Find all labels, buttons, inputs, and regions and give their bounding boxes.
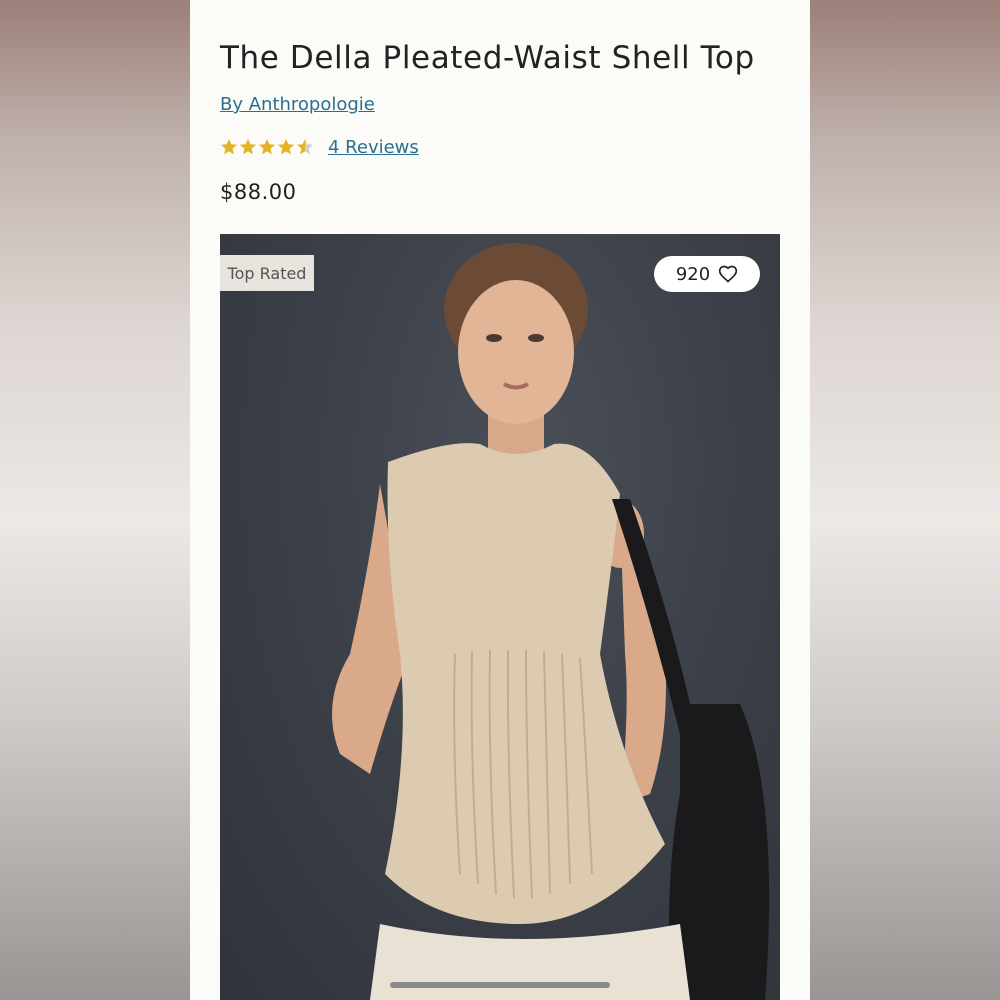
top-rated-badge: Top Rated: [220, 255, 314, 291]
star-rating: [220, 138, 314, 156]
star-icon: [258, 138, 276, 155]
favorites-count: 920: [675, 263, 711, 285]
product-image[interactable]: Top Rated 920: [220, 234, 780, 1000]
star-icon: [239, 138, 257, 155]
blurred-backdrop-left: [0, 0, 190, 1000]
star-icon: [277, 138, 295, 155]
half-star-icon: [296, 138, 314, 155]
heart-outline-icon: [719, 265, 738, 283]
favorite-button[interactable]: 920: [654, 256, 760, 292]
product-page: The Della Pleated-Waist Shell Top By Ant…: [190, 0, 810, 1000]
rating-row: 4 Reviews: [220, 134, 419, 160]
brand-link[interactable]: By Anthropologie: [220, 94, 375, 115]
product-title: The Della Pleated-Waist Shell Top: [220, 40, 755, 76]
blurred-backdrop-right: [810, 0, 1000, 1000]
model-photo: [332, 243, 770, 1000]
product-price: $88.00: [220, 180, 297, 204]
home-indicator[interactable]: [390, 982, 610, 988]
reviews-link[interactable]: 4 Reviews: [328, 137, 419, 158]
star-icon: [220, 138, 238, 155]
